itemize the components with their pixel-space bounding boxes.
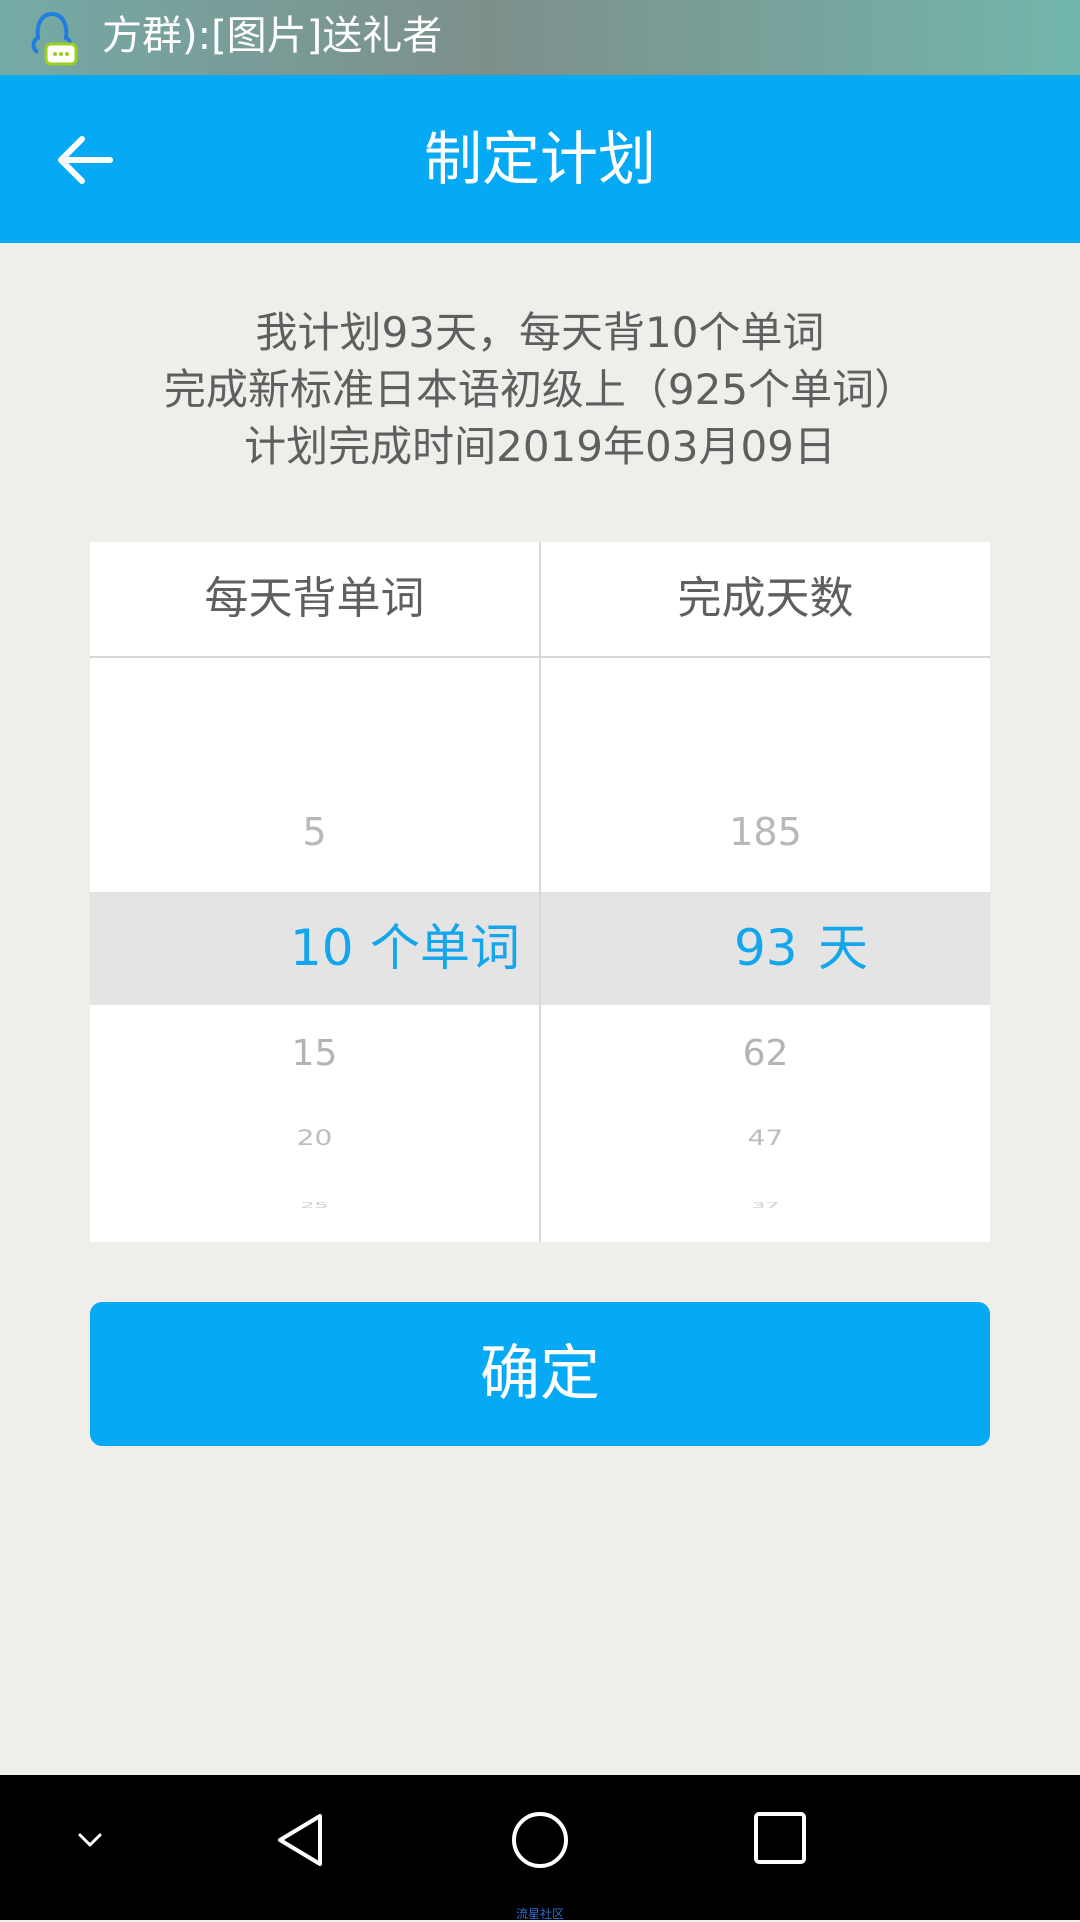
- wheel-item[interactable]: 5: [90, 792, 539, 872]
- plan-picker: 每天背单词 完成天数 5 10 个单词 15 20 25 185 93 天 62…: [90, 542, 990, 1242]
- chevron-down-icon[interactable]: [70, 1820, 110, 1860]
- wheel-selected-value[interactable]: 93: [734, 892, 798, 1005]
- summary-line-3: 计划完成时间2019年03月09日: [244, 422, 836, 471]
- words-column-header: 每天背单词: [204, 573, 425, 624]
- wheel-item[interactable]: 15: [90, 1022, 539, 1086]
- wheel-selected-unit: 个单词: [370, 919, 520, 977]
- wheel-item[interactable]: 185: [541, 792, 990, 872]
- days-column-header: 完成天数: [677, 573, 854, 624]
- summary-line-2: 完成新标准日本语初级上（925个单词）: [163, 365, 917, 414]
- app-bar: 制定计划: [0, 75, 1080, 243]
- plan-summary: 我计划93天，每天背10个单词 完成新标准日本语初级上（925个单词） 计划完成…: [0, 304, 1080, 475]
- arrow-left-icon: [58, 136, 113, 184]
- home-circle-icon[interactable]: [510, 1810, 570, 1870]
- wheel-item[interactable]: 47: [541, 1125, 990, 1152]
- watermark-text: 流星社区: [515, 1907, 564, 1921]
- back-button[interactable]: [50, 125, 120, 195]
- status-bar: 方群):[图片]送礼者: [0, 0, 1080, 75]
- column-divider: [539, 542, 541, 1242]
- qq-chat-icon: [28, 10, 82, 66]
- confirm-button[interactable]: 确定: [90, 1302, 990, 1446]
- wheel-item[interactable]: 37: [541, 1202, 990, 1210]
- system-nav-bar: 流星社区: [0, 1775, 1080, 1921]
- wheel-selected-value[interactable]: 10: [290, 892, 354, 1005]
- notification-text: 方群):[图片]送礼者: [102, 13, 443, 59]
- back-triangle-icon[interactable]: [272, 1810, 332, 1874]
- recents-square-icon[interactable]: [752, 1810, 808, 1866]
- wheel-selected-unit: 天: [818, 919, 868, 977]
- page-title: 制定计划: [423, 125, 656, 193]
- wheel-item[interactable]: 25: [90, 1202, 539, 1210]
- wheel-item[interactable]: 62: [541, 1022, 990, 1086]
- wheel-item[interactable]: 20: [90, 1125, 539, 1152]
- summary-line-1: 我计划93天，每天背10个单词: [255, 308, 825, 357]
